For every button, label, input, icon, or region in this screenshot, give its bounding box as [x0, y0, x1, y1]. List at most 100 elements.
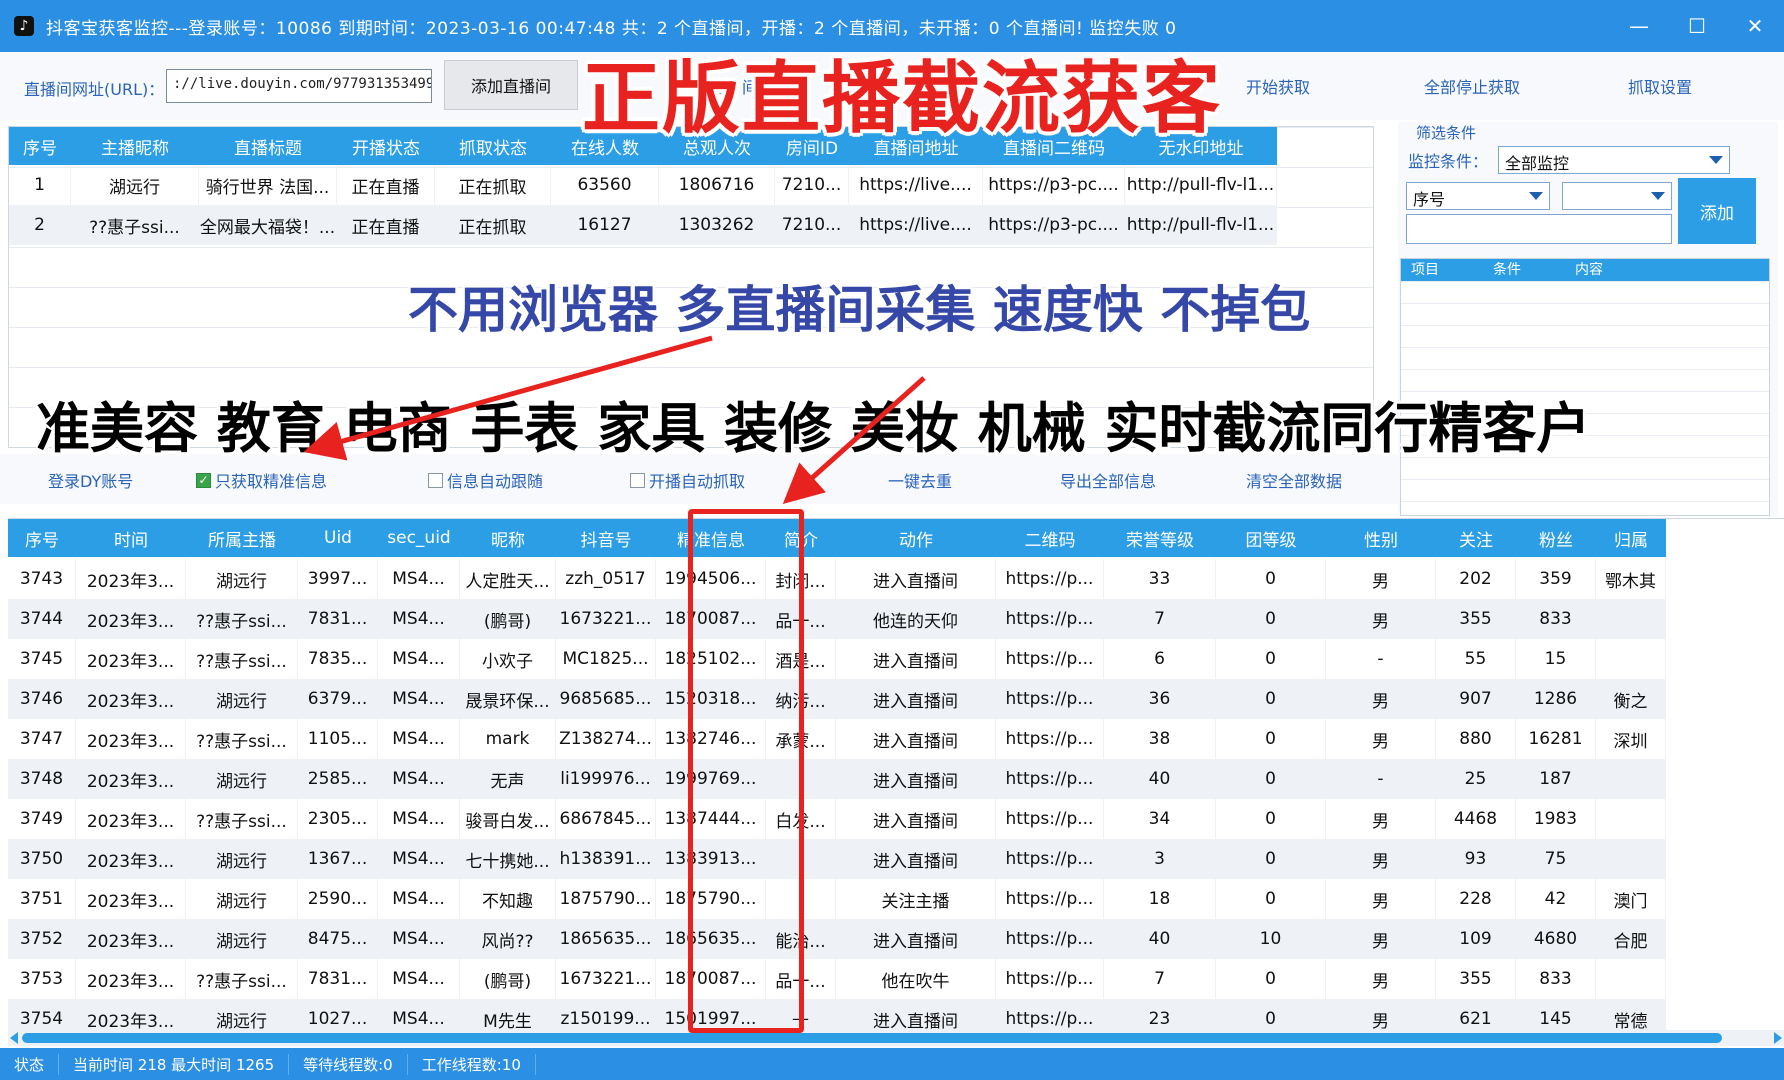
- export-all-button[interactable]: 导出全部信息: [1060, 468, 1156, 492]
- visitor-col-1[interactable]: 时间: [76, 519, 186, 557]
- room-col-1[interactable]: 主播昵称: [71, 127, 199, 165]
- filter-col-cond: 条件: [1493, 262, 1521, 278]
- visitor-col-9[interactable]: 动作: [836, 519, 996, 557]
- room-row-cell: 1: [9, 165, 71, 205]
- visitor-row-cell: 202: [1436, 559, 1516, 599]
- visitor-row-cell: 3743: [8, 559, 76, 599]
- visitor-row[interactable]: 3753 2023年3... ??惠子ssi... 7831... MS4... (鹏哥)…: [8, 959, 1666, 999]
- visitor-row-cell: 他在吹牛: [836, 959, 996, 999]
- visitor-col-14[interactable]: 关注: [1436, 519, 1516, 557]
- visitor-row-cell: https://p...: [996, 879, 1104, 919]
- visitor-row-cell: zzh_0517: [556, 559, 656, 599]
- visitor-row[interactable]: 3743 2023年3... 湖远行 3997... MS4... 人定胜天... zzh_…: [8, 559, 1666, 599]
- visitor-row-cell: 湖远行: [186, 999, 298, 1032]
- stop-all-button[interactable]: 全部停止获取: [1424, 74, 1520, 98]
- room-col-2[interactable]: 直播标题: [199, 127, 337, 165]
- visitor-row-cell: 6867845...: [556, 799, 656, 839]
- visitor-row-cell: [1596, 799, 1666, 839]
- app-window: ♪ 抖客宝获客监控---登录账号：10086 到期时间：2023-03-16 0…: [0, 0, 1784, 1080]
- visitor-col-4[interactable]: sec_uid: [378, 519, 460, 557]
- visitor-row-cell: 15: [1516, 639, 1596, 679]
- visitor-row-cell: 进入直播间: [836, 719, 996, 759]
- room-col-4[interactable]: 抓取状态: [435, 127, 551, 165]
- visitor-col-12[interactable]: 团等级: [1216, 519, 1326, 557]
- visitor-row[interactable]: 3746 2023年3... 湖远行 6379... MS4... 晟景环保... 9685…: [8, 679, 1666, 719]
- visitor-col-13[interactable]: 性别: [1326, 519, 1436, 557]
- visitor-row-cell: 4680: [1516, 919, 1596, 959]
- visitor-row-cell: MS4...: [378, 879, 460, 919]
- visitor-row-cell: 4468: [1436, 799, 1516, 839]
- visitor-row[interactable]: 3745 2023年3... ??惠子ssi... 7835... MS4... 小欢子 M…: [8, 639, 1666, 679]
- visitor-row-cell: ??惠子ssi...: [186, 639, 298, 679]
- minimize-icon[interactable]: —: [1610, 0, 1668, 52]
- visitor-row[interactable]: 3751 2023年3... 湖远行 2590... MS4... 不知趣 1875790.…: [8, 879, 1666, 919]
- fetch-settings-button[interactable]: 抓取设置: [1628, 74, 1692, 98]
- filter-field-select[interactable]: 序号: [1406, 182, 1550, 210]
- precise-info-highlight: [688, 509, 804, 1033]
- visitor-row-cell: 0: [1216, 599, 1326, 639]
- visitor-row[interactable]: 3747 2023年3... ??惠子ssi... 1105... MS4... mark…: [8, 719, 1666, 759]
- visitor-row[interactable]: 3748 2023年3... 湖远行 2585... MS4... 无声 li199976.…: [8, 759, 1666, 799]
- visitor-row-cell: 小欢子: [460, 639, 556, 679]
- visitor-row[interactable]: 3750 2023年3... 湖远行 1367... MS4... 七十携她... h138…: [8, 839, 1666, 879]
- visitor-row-cell: 无声: [460, 759, 556, 799]
- visitor-row-cell: 36: [1104, 679, 1216, 719]
- visitor-col-15[interactable]: 粉丝: [1516, 519, 1596, 557]
- close-icon[interactable]: ✕: [1726, 0, 1784, 52]
- dedupe-button[interactable]: 一键去重: [888, 468, 952, 492]
- visitor-col-16[interactable]: 归属: [1596, 519, 1666, 557]
- filter-operator-select[interactable]: [1562, 182, 1672, 210]
- checkbox-checked-icon: ✓: [196, 472, 211, 488]
- room-col-3[interactable]: 开播状态: [337, 127, 435, 165]
- room-col-0[interactable]: 序号: [9, 127, 71, 165]
- filter-add-button[interactable]: 添加: [1678, 178, 1756, 244]
- add-room-button[interactable]: 添加直播间: [444, 60, 578, 110]
- visitor-row[interactable]: 3752 2023年3... 湖远行 8475... MS4... 风尚?? 1865635…: [8, 919, 1666, 959]
- visitor-row[interactable]: 3749 2023年3... ??惠子ssi... 2305... MS4... 骏哥白发…: [8, 799, 1666, 839]
- clear-all-button[interactable]: 清空全部数据: [1246, 468, 1342, 492]
- only-precise-checkbox[interactable]: ✓ 只获取精准信息: [196, 468, 327, 492]
- visitor-col-3[interactable]: Uid: [298, 519, 378, 557]
- filter-list-header: 项目 条件 内容: [1401, 259, 1769, 281]
- room-row[interactable]: 2 ??惠子ssi... 全网最大福袋！... 正在直播 正在抓取 16127 130326…: [9, 205, 1277, 245]
- visitor-row-cell: 男: [1326, 959, 1436, 999]
- visitor-col-10[interactable]: 二维码: [996, 519, 1104, 557]
- visitor-col-0[interactable]: 序号: [8, 519, 76, 557]
- visitor-row-cell: 1875790...: [556, 879, 656, 919]
- auto-follow-checkbox[interactable]: 信息自动跟随: [428, 468, 543, 492]
- start-fetch-button[interactable]: 开始获取: [1246, 74, 1310, 98]
- room-row-cell: https://p3-pc....: [983, 165, 1125, 205]
- monitor-condition-select[interactable]: 全部监控: [1498, 146, 1730, 174]
- visitor-table: 序号 时间 所属主播 Uid sec_uid 昵称 抖音号 精准信息 简介 动作 二维码 荣誉等级 团等…: [8, 518, 1784, 1032]
- visitor-row[interactable]: 3754 2023年3... 湖远行 1027... MS4... M先生 z150199.…: [8, 999, 1666, 1032]
- visitor-row-cell: https://p...: [996, 679, 1104, 719]
- room-row[interactable]: 1 湖远行 骑行世界 法国... 正在直播 正在抓取 63560 1806716 7210..…: [9, 165, 1277, 205]
- visitor-col-6[interactable]: 抖音号: [556, 519, 656, 557]
- scrollbar-thumb[interactable]: [22, 1033, 1722, 1043]
- maximize-icon[interactable]: ☐: [1668, 0, 1726, 52]
- visitor-col-2[interactable]: 所属主播: [186, 519, 298, 557]
- scroll-right-icon[interactable]: [1774, 1032, 1782, 1044]
- horizontal-scrollbar[interactable]: [8, 1030, 1784, 1046]
- auto-grab-checkbox[interactable]: 开播自动抓取: [630, 468, 745, 492]
- visitor-row-cell: 关注主播: [836, 879, 996, 919]
- visitor-row-cell: https://p...: [996, 599, 1104, 639]
- visitor-row-cell: 6379...: [298, 679, 378, 719]
- visitor-row-cell: 359: [1516, 559, 1596, 599]
- filter-value-input[interactable]: [1406, 214, 1672, 244]
- visitor-row-cell: 进入直播间: [836, 919, 996, 959]
- visitor-col-5[interactable]: 昵称: [460, 519, 556, 557]
- url-input[interactable]: ://live.douyin.com/977931353499: [166, 69, 432, 103]
- visitor-row-cell: 男: [1326, 839, 1436, 879]
- login-dy-button[interactable]: 登录DY账号: [48, 468, 133, 492]
- visitor-row[interactable]: 3744 2023年3... ??惠子ssi... 7831... MS4... (鹏哥)…: [8, 599, 1666, 639]
- visitor-col-11[interactable]: 荣誉等级: [1104, 519, 1216, 557]
- visitor-row-cell: 1865635...: [556, 919, 656, 959]
- visitor-row-cell: 40: [1104, 919, 1216, 959]
- chevron-down-icon: [1709, 156, 1723, 164]
- visitor-row-cell: MS4...: [378, 839, 460, 879]
- visitor-row-cell: 7835...: [298, 639, 378, 679]
- visitor-row-cell: 进入直播间: [836, 839, 996, 879]
- visitor-row-cell: 833: [1516, 959, 1596, 999]
- scroll-left-icon[interactable]: [10, 1032, 18, 1044]
